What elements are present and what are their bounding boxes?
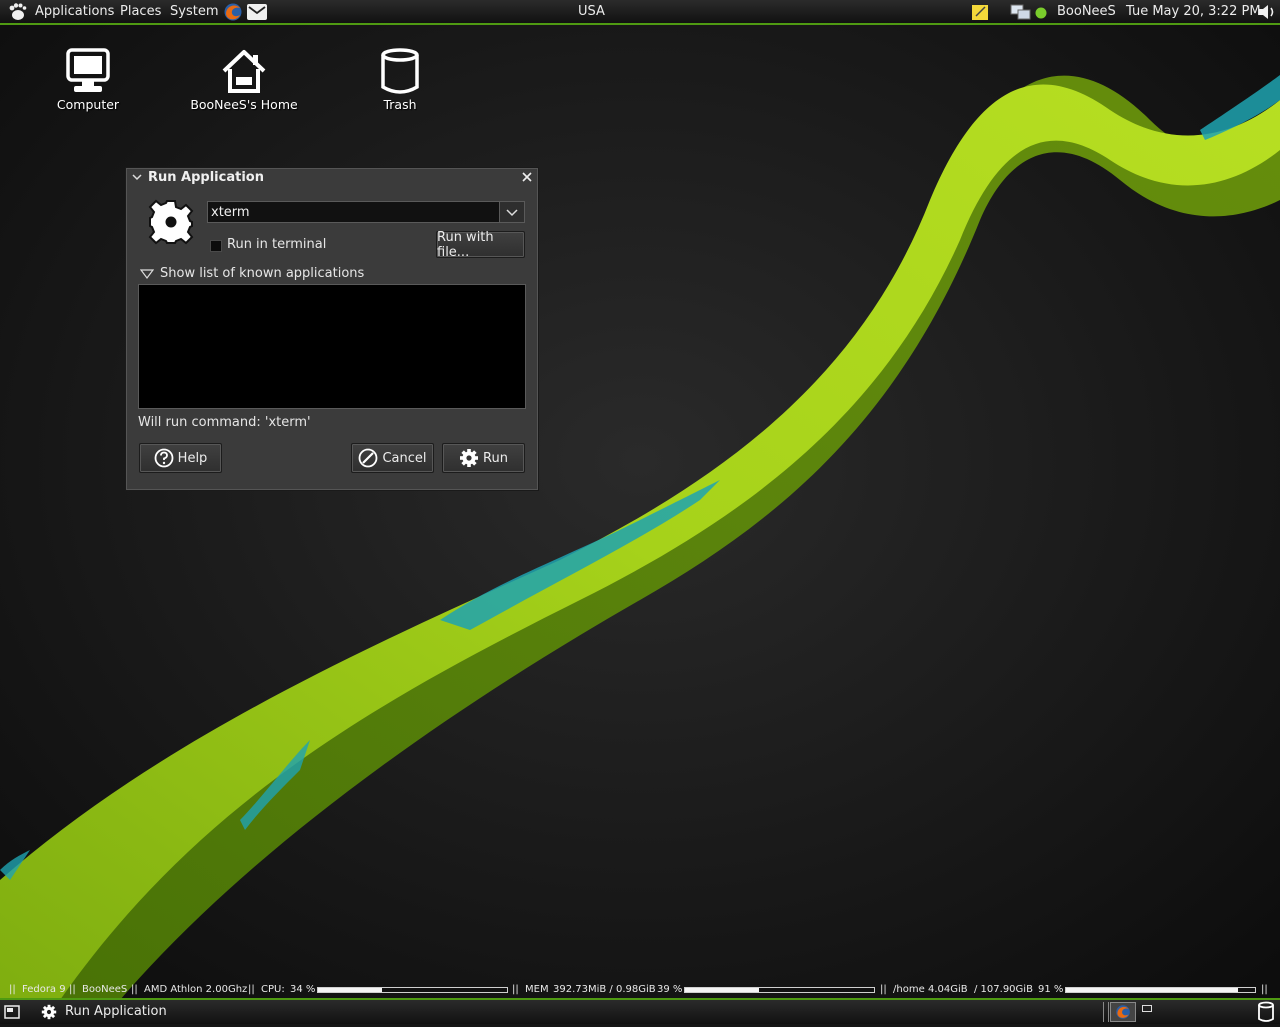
os-name: Fedora 9 (22, 984, 66, 995)
window-menu-chevron-icon[interactable] (131, 171, 143, 187)
mem-label: MEM (525, 984, 549, 995)
panel-clock[interactable]: Tue May 20, 3:22 PM (1126, 4, 1261, 19)
bottom-panel: Run Application (0, 998, 1280, 1024)
run-in-terminal-label[interactable]: Run in terminal (227, 237, 326, 252)
mem-meter-fill (685, 988, 759, 992)
run-gear-icon (460, 449, 479, 467)
home-icon (222, 50, 266, 93)
help-label: Help (177, 450, 208, 466)
home-meter (1065, 987, 1256, 993)
volume-icon[interactable] (1257, 3, 1277, 25)
taskbar-item-run-application[interactable]: Run Application (36, 1001, 1076, 1023)
desktop-icon-computer[interactable]: Computer (33, 47, 143, 112)
monitor-user: BooNeeS (82, 984, 128, 995)
run-label: Run (483, 450, 508, 466)
run-with-file-button[interactable]: Run with file... (436, 229, 525, 260)
workspace-switcher-handle[interactable] (1103, 1002, 1109, 1022)
mem-percent: 39 % (657, 984, 683, 995)
mail-icon[interactable] (246, 2, 268, 26)
desktop-icon-label: BooNeeS's Home (190, 97, 298, 112)
dialog-titlebar[interactable]: Run Application (127, 169, 537, 188)
combo-dropdown-button[interactable] (499, 202, 524, 222)
trash-icon (381, 48, 419, 94)
desktop-icon-trash[interactable]: Trash (345, 47, 455, 112)
run-button[interactable]: Run (442, 443, 525, 473)
cpu-meter-fill (318, 988, 383, 992)
cancel-button[interactable]: Cancel (351, 443, 434, 473)
run-with-file-label: Run with file... (437, 229, 494, 260)
desktop-icon-home[interactable]: BooNeeS's Home (189, 47, 299, 112)
separator: || (9, 984, 16, 995)
firefox-icon (1116, 1005, 1130, 1019)
show-desktop-icon[interactable] (4, 1004, 20, 1024)
command-input[interactable] (208, 202, 498, 222)
chevron-down-icon (506, 209, 518, 217)
run-application-dialog: Run Application Run in terminal Run with… (125, 167, 539, 491)
menu-applications[interactable]: Applications (35, 4, 114, 19)
panel-user-name[interactable]: BooNeeS (1057, 4, 1116, 19)
home-label: /home (893, 984, 925, 995)
home-used: 4.04GiB (928, 984, 968, 995)
home-total: / 107.90GiB (974, 984, 1033, 995)
gear-icon (148, 199, 194, 249)
cpu-label: CPU: (261, 984, 285, 995)
desktop-icon-label: Computer (56, 97, 120, 112)
cpu-value: 34 % (290, 984, 316, 995)
system-monitor-bar: || Fedora 9 || BooNeeS || AMD Athlon 2.0… (0, 981, 1280, 998)
desktop-icon-label: Trash (383, 97, 417, 112)
status-online-icon[interactable] (1034, 6, 1048, 24)
dialog-title: Run Application (148, 170, 264, 185)
home-meter-fill (1066, 988, 1238, 992)
run-in-terminal-checkbox[interactable] (210, 240, 222, 252)
expander-triangle-icon[interactable] (139, 268, 155, 284)
separator: || (1261, 984, 1268, 995)
home-percent: 91 % (1038, 984, 1064, 995)
mini-window-icon (1142, 1005, 1152, 1012)
network-icon[interactable] (1010, 2, 1032, 26)
close-icon[interactable] (520, 170, 534, 188)
gnome-foot-icon[interactable] (6, 2, 28, 26)
cpu-meter (317, 987, 508, 993)
separator: || (69, 984, 76, 995)
panel-center-label: USA (578, 4, 605, 19)
notes-icon[interactable] (970, 2, 990, 26)
will-run-command-text: Will run command: 'xterm' (138, 415, 311, 430)
taskbar-gear-icon (41, 1004, 57, 1024)
separator: || (248, 984, 255, 995)
computer-icon (66, 48, 110, 92)
trash-applet-icon[interactable] (1256, 1001, 1276, 1027)
mem-value: 392.73MiB / 0.98GiB (553, 984, 656, 995)
cancel-icon (359, 448, 378, 468)
show-known-applications-expander[interactable]: Show list of known applications (160, 266, 364, 281)
help-button[interactable]: Help (139, 443, 222, 473)
top-panel: Applications Places System USA BooNeeS T… (0, 0, 1280, 25)
cancel-label: Cancel (382, 450, 427, 466)
menu-system[interactable]: System (170, 4, 218, 19)
menu-places[interactable]: Places (120, 4, 161, 19)
cpu-model: AMD Athlon 2.00Ghz (144, 984, 248, 995)
separator: || (512, 984, 519, 995)
desktop-wallpaper (0, 0, 1280, 1024)
workspace-1[interactable] (1110, 1002, 1136, 1022)
workspace-2[interactable] (1138, 1002, 1164, 1022)
separator: || (880, 984, 887, 995)
help-icon (154, 448, 174, 468)
known-applications-list[interactable] (138, 284, 526, 409)
mem-meter (684, 987, 875, 993)
separator: || (131, 984, 138, 995)
firefox-icon[interactable] (223, 2, 243, 26)
taskbar-item-label: Run Application (65, 1004, 167, 1019)
command-combo[interactable] (207, 201, 525, 223)
